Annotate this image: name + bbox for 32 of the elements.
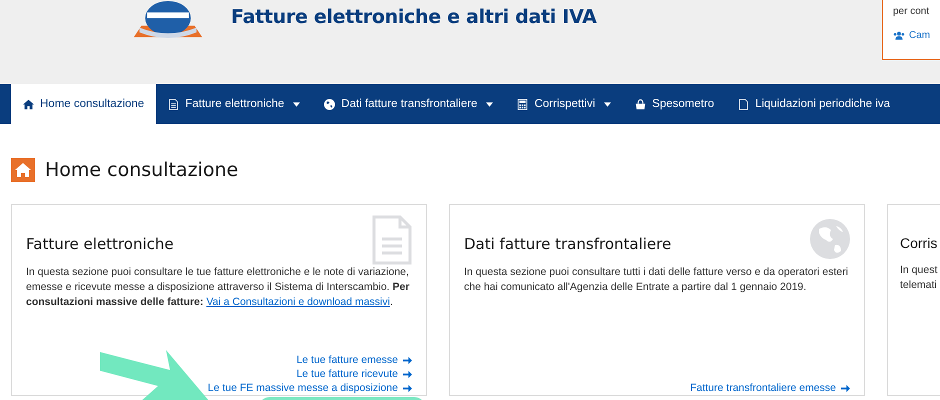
card-description: In questa sezione puoi consultare le tue fatture elettroniche e le note di variazione, emesse e ricevute messe a disposizione attraverso il Sistema di Interscambio. Per consultazioni massive delle fatture: Vai a Consultazioni e download massivi.: [26, 265, 410, 310]
site-title: Fatture elettroniche e altri dati IVA: [231, 6, 597, 28]
nav-tab[interactable]: Corrispettivi: [505, 84, 624, 124]
calculator-icon: [517, 98, 528, 110]
nav-tab[interactable]: Spesometro: [623, 84, 726, 124]
users-icon: [893, 31, 905, 40]
change-link[interactable]: Cam: [909, 30, 930, 41]
document-icon: [168, 98, 180, 110]
card-link[interactable]: Le tue fatture ricevute: [296, 367, 398, 381]
card-link[interactable]: Le tue FE massive messe a disposizione: [208, 381, 398, 395]
bag-icon: [635, 98, 646, 110]
home-icon: [11, 158, 35, 182]
card-title: Dati fatture transfrontaliere: [464, 235, 672, 253]
card-description: In questa sezione puoi consultare tutti i dati delle fatture verso e da operatori esteri che hai comunicato all'Agenzia delle Entrate a partire dal 1 gennaio 2019.: [464, 265, 850, 295]
card-title: Corris: [900, 235, 938, 251]
globe-icon: [324, 98, 336, 110]
nav-tab[interactable]: Home consultazione: [11, 84, 156, 124]
nav-tab[interactable]: Liquidazioni periodiche iva: [726, 84, 902, 124]
home-icon: [23, 98, 34, 110]
card-title: Fatture elettroniche: [26, 235, 175, 253]
globe-icon: [810, 219, 850, 259]
download-link[interactable]: Vai a Consultazioni e download massivi: [206, 296, 390, 308]
card-link[interactable]: Fatture transfrontaliere emesse: [690, 381, 836, 395]
card-description: In quest telemati: [900, 263, 938, 293]
page-title: Home consultazione: [45, 159, 238, 181]
card-link[interactable]: Le tue fatture emesse: [296, 353, 398, 367]
nav-tab[interactable]: Dati fatture transfrontaliere: [312, 84, 506, 124]
nav-tab[interactable]: Fatture elettroniche: [156, 84, 312, 124]
document-icon: [372, 215, 412, 265]
file-icon: [738, 98, 750, 110]
account-text: per cont: [893, 6, 930, 17]
arrow-right-icon: [841, 384, 850, 392]
